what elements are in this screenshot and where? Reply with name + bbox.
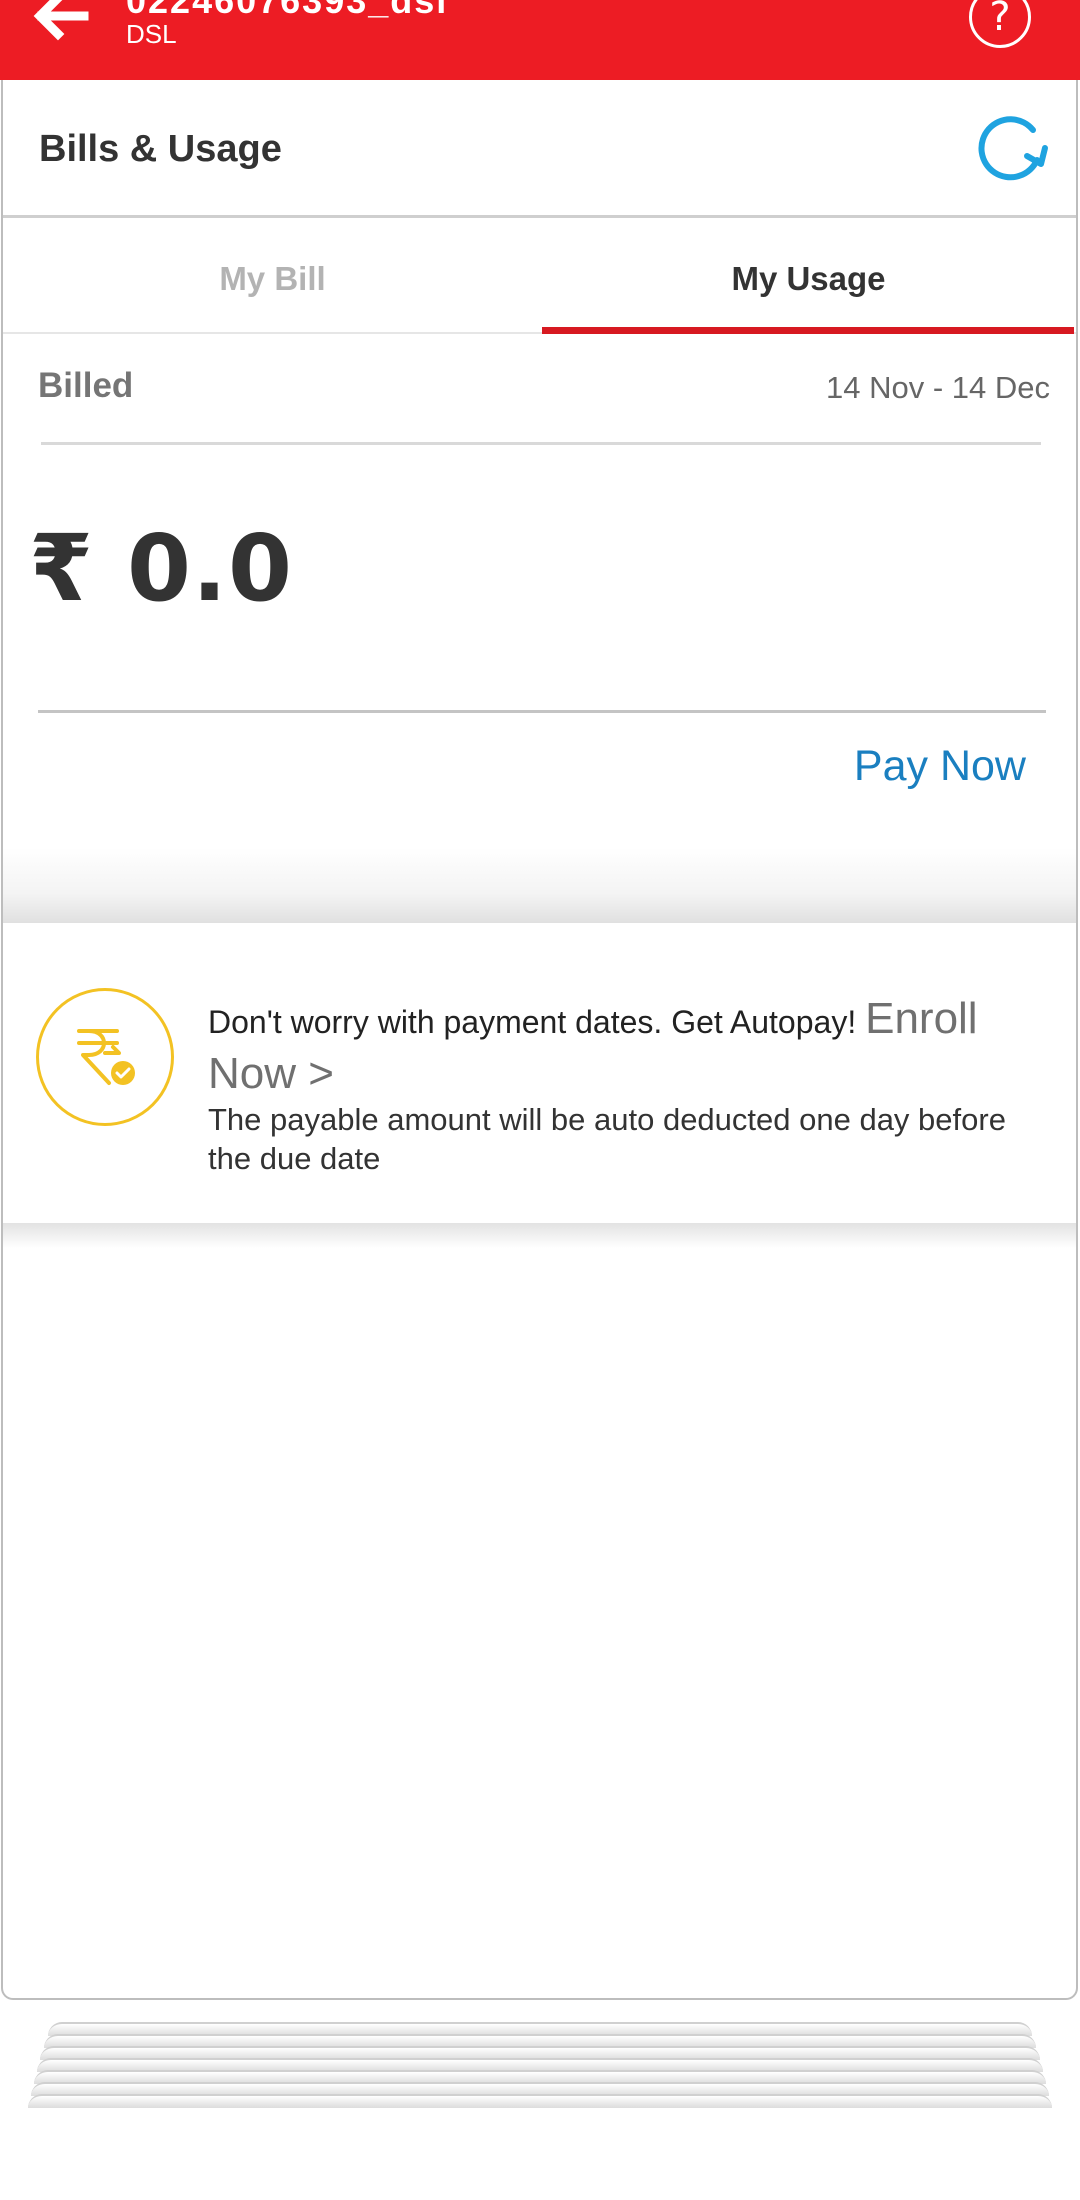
- autopay-headline: Don't worry with payment dates. Get Auto…: [208, 1004, 866, 1040]
- back-button[interactable]: [30, 0, 90, 44]
- divider: [41, 442, 1041, 445]
- divider: [38, 710, 1046, 713]
- billing-period: 14 Nov - 14 Dec: [826, 370, 1050, 405]
- help-button[interactable]: ?: [969, 0, 1031, 48]
- app-bar: 02246076393_dsl DSL ?: [0, 0, 1080, 80]
- tab-my-usage[interactable]: My Usage: [542, 221, 1075, 334]
- autopay-message: Don't worry with payment dates. Get Auto…: [208, 993, 1038, 1103]
- section-separator: [3, 848, 1076, 923]
- autopay-banner: Don't worry with payment dates. Get Auto…: [3, 923, 1076, 1223]
- bill-amount: ₹ 0.0: [29, 515, 294, 622]
- tab-my-bill[interactable]: My Bill: [3, 221, 542, 334]
- help-icon: ?: [989, 0, 1011, 40]
- account-type: DSL: [126, 19, 177, 49]
- card-stack: [28, 2022, 1052, 2114]
- tab-bar: My Bill My Usage: [3, 221, 1076, 334]
- active-tab-indicator: [542, 327, 1074, 334]
- section-title: Bills & Usage: [39, 128, 282, 170]
- rupee-check-icon: [36, 988, 174, 1126]
- pay-now-button[interactable]: Pay Now: [854, 742, 1026, 791]
- back-arrow-icon: [33, 0, 89, 41]
- section-separator: [3, 1223, 1076, 1248]
- autopay-note: The payable amount will be auto deducted…: [208, 1102, 1006, 1176]
- bill-status-label: Billed: [38, 366, 134, 405]
- card-header: Bills & Usage: [3, 80, 1076, 218]
- refresh-icon: [978, 116, 1048, 181]
- stacked-card: [28, 2094, 1052, 2108]
- bills-usage-card: Bills & Usage My Bill My Usage Billed 14…: [1, 80, 1078, 2000]
- refresh-button[interactable]: [975, 114, 1049, 184]
